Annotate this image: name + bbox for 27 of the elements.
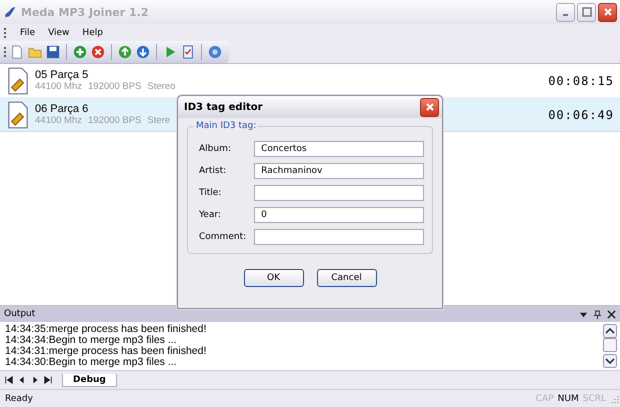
track-duration: 00:06:49 [548, 108, 614, 122]
channel-mode: Stereo [147, 81, 176, 92]
log-line: 14:34:34:Begin to merge mp3 files ... [5, 335, 178, 346]
field-label: Year: [199, 210, 222, 220]
track-name: 05 Parça 5 [35, 69, 88, 81]
status-text: Ready [5, 394, 34, 404]
group-label: Main ID3 tag: [194, 121, 258, 131]
key-indicator: NUM [558, 394, 579, 404]
sample-rate: 44100 Mhz [35, 81, 82, 92]
bitrate: 192000 BPS [88, 115, 142, 126]
key-indicator: CAP [536, 394, 554, 404]
sample-rate: 44100 Mhz [35, 115, 82, 126]
field-label: Comment: [199, 232, 246, 242]
field-label: Title: [199, 188, 222, 198]
track-duration: 00:08:15 [548, 74, 614, 88]
dialog-title: ID3 tag editor [184, 102, 263, 112]
field-label: Album: [199, 144, 232, 154]
panel-title: Output [4, 309, 36, 319]
log-line: 14:34:30:Begin to merge mp3 files ... [5, 357, 178, 368]
field-label: Artist: [199, 166, 228, 176]
log-line: 14:34:35:merge process has been finished! [5, 324, 208, 335]
bitrate: 192000 BPS [88, 81, 142, 92]
log-line: 14:34:31:merge process has been finished! [5, 346, 208, 357]
channel-mode: Stere [147, 115, 170, 126]
track-name: 06 Parça 6 [35, 103, 88, 115]
key-indicator: SCRL [582, 394, 606, 404]
window-title: Meda MP3 Joiner 1.2 [21, 6, 150, 18]
